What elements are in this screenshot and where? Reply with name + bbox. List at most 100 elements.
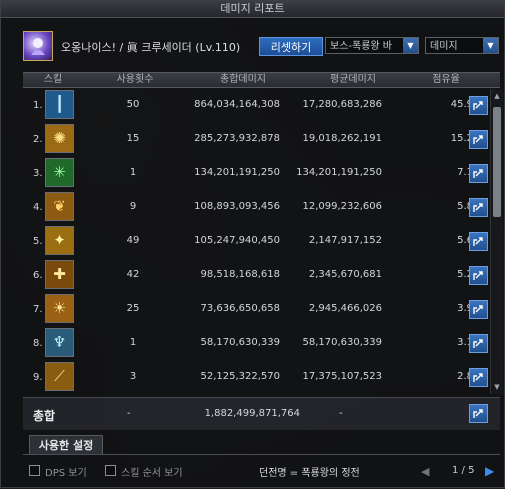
window-title[interactable]: 데미지 리포트 <box>1 1 504 18</box>
total-label: 총합 <box>33 409 56 423</box>
table-row[interactable]: 5. ✦ 49 105,247,940,450 2,147,917,152 5.… <box>23 225 489 259</box>
table-row[interactable]: 6. ✚ 42 98,518,168,618 2,345,670,681 5.2… <box>23 259 489 293</box>
total-uses: - <box>127 408 131 419</box>
golden-wings-icon: ❦ <box>45 192 74 221</box>
row-uses: 50 <box>126 99 140 110</box>
row-average-damage: 12,099,232,606 <box>302 201 382 212</box>
row-rank: 9. <box>33 372 43 383</box>
row-rank: 1. <box>33 100 43 111</box>
export-arrow-icon <box>473 373 483 382</box>
total-share-button[interactable] <box>469 404 488 423</box>
table-scrollbar[interactable]: ▲ ▼ <box>490 89 503 394</box>
row-total-damage: 134,201,191,250 <box>194 167 280 178</box>
scroll-up-arrow-icon[interactable]: ▲ <box>492 91 502 101</box>
dps-view-checkbox[interactable] <box>29 465 40 476</box>
character-name: 오옹나이스! / 眞 크루세이더 (Lv.110) <box>61 41 241 54</box>
share-button[interactable] <box>469 164 488 183</box>
export-arrow-icon <box>473 101 483 110</box>
column-total-damage[interactable]: 총합데미지 <box>203 73 283 87</box>
table-row[interactable]: 1. ┃ 50 864,034,164,308 17,280,683,286 4… <box>23 89 489 123</box>
row-rank: 2. <box>33 134 43 145</box>
boss-select-value: 보스-폭룡왕 바 <box>330 41 392 52</box>
row-total-damage: 73,636,650,658 <box>200 303 280 314</box>
scroll-thumb[interactable] <box>493 107 501 217</box>
share-button[interactable] <box>469 198 488 217</box>
footer: DPS 보기 스킬 순서 보기 던전명 = 폭룡왕의 정전 ◀ 1 / 5 ▶ <box>1 459 505 489</box>
column-share[interactable]: 점유율 <box>423 73 469 87</box>
row-average-damage: 17,280,683,286 <box>302 99 382 110</box>
row-total-damage: 108,893,093,456 <box>194 201 280 212</box>
table-row[interactable]: 9. ⟋ 3 52,125,322,570 17,375,107,523 2.8… <box>23 361 489 395</box>
scroll-down-arrow-icon[interactable]: ▼ <box>492 382 502 392</box>
skill-order-checkbox[interactable] <box>105 465 116 476</box>
row-rank: 6. <box>33 270 43 281</box>
metric-select-value: 데미지 <box>430 41 458 52</box>
damage-report-window: 데미지 리포트 오옹나이스! / 眞 크루세이더 (Lv.110) 리셋하기 보… <box>0 0 505 488</box>
table-row[interactable]: 7. ☀ 25 73,636,650,658 2,945,466,026 3.9… <box>23 293 489 327</box>
row-average-damage: 2,945,466,026 <box>308 303 382 314</box>
tab-divider <box>23 454 500 455</box>
share-button[interactable] <box>469 368 488 387</box>
green-burst-icon: ✳ <box>45 158 74 187</box>
row-rank: 3. <box>33 168 43 179</box>
crusader-portrait-icon <box>31 38 45 55</box>
metric-select[interactable]: 데미지 ▼ <box>425 37 499 54</box>
table-row[interactable]: 4. ❦ 9 108,893,093,456 12,099,232,606 5.… <box>23 191 489 225</box>
character-avatar <box>23 31 53 61</box>
export-arrow-icon <box>473 271 483 280</box>
holy-cross-icon: ✚ <box>45 260 74 289</box>
holy-flash-icon: ✦ <box>45 226 74 255</box>
holy-circle-icon: ✺ <box>45 124 74 153</box>
page-indicator: 1 / 5 <box>452 465 475 476</box>
share-button[interactable] <box>469 334 488 353</box>
row-uses: 15 <box>126 133 140 144</box>
row-total-damage: 52,125,322,570 <box>200 371 280 382</box>
share-button[interactable] <box>469 266 488 285</box>
table-row[interactable]: 8. ♆ 1 58,170,630,339 58,170,630,339 3.1… <box>23 327 489 361</box>
row-uses: 3 <box>129 371 137 382</box>
skill-table: 1. ┃ 50 864,034,164,308 17,280,683,286 4… <box>23 89 489 394</box>
column-average-damage[interactable]: 평균데미지 <box>313 73 393 87</box>
row-total-damage: 98,518,168,618 <box>200 269 280 280</box>
row-rank: 7. <box>33 304 43 315</box>
row-average-damage: 2,345,670,681 <box>308 269 382 280</box>
golden-slash-icon: ⟋ <box>45 362 74 391</box>
column-skill[interactable]: 스킬 <box>33 73 73 87</box>
row-rank: 8. <box>33 338 43 349</box>
next-page-icon[interactable]: ▶ <box>485 464 494 478</box>
export-arrow-icon <box>473 237 483 246</box>
share-button[interactable] <box>469 130 488 149</box>
table-row[interactable]: 3. ✳ 1 134,201,191,250 134,201,191,250 7… <box>23 157 489 191</box>
column-uses[interactable]: 사용횟수 <box>105 73 165 87</box>
export-arrow-icon <box>473 339 483 348</box>
dungeon-name: 던전명 = 폭룡왕의 정전 <box>259 468 360 479</box>
export-arrow-icon <box>473 305 483 314</box>
row-average-damage: 134,201,191,250 <box>296 167 382 178</box>
row-uses: 49 <box>126 235 140 246</box>
table-row[interactable]: 2. ✺ 15 285,273,932,878 19,018,262,191 1… <box>23 123 489 157</box>
row-total-damage: 864,034,164,308 <box>194 99 280 110</box>
sun-burst-icon: ☀ <box>45 294 74 323</box>
row-uses: 1 <box>129 337 137 348</box>
row-uses: 25 <box>126 303 140 314</box>
export-arrow-icon <box>473 135 483 144</box>
character-header: 오옹나이스! / 眞 크루세이더 (Lv.110) 리셋하기 보스-폭룡왕 바 … <box>23 31 503 65</box>
boss-select[interactable]: 보스-폭룡왕 바 ▼ <box>325 37 419 54</box>
prev-page-icon[interactable]: ◀ <box>421 465 429 478</box>
row-total-damage: 285,273,932,878 <box>194 133 280 144</box>
ice-figure-icon: ♆ <box>45 328 74 357</box>
share-button[interactable] <box>469 300 488 319</box>
share-button[interactable] <box>469 232 488 251</box>
row-rank: 5. <box>33 236 43 247</box>
light-pillar-icon: ┃ <box>45 90 74 119</box>
export-arrow-icon <box>473 409 483 418</box>
chevron-down-icon: ▼ <box>403 38 418 53</box>
tab-used-settings[interactable]: 사용한 설정 <box>29 435 103 454</box>
row-total-damage: 105,247,940,450 <box>194 235 280 246</box>
reset-button[interactable]: 리셋하기 <box>259 37 323 56</box>
row-average-damage: 58,170,630,339 <box>302 337 382 348</box>
table-header: 스킬 사용횟수 총합데미지 평균데미지 점유율 <box>23 72 500 88</box>
share-button[interactable] <box>469 96 488 115</box>
row-uses: 9 <box>129 201 137 212</box>
export-arrow-icon <box>473 169 483 178</box>
